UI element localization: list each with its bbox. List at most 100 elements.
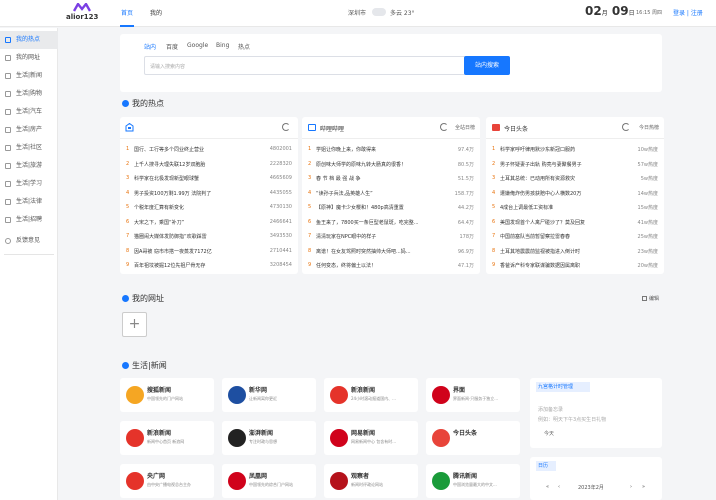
edit-sites-button[interactable]: 编辑: [642, 295, 659, 302]
hot-list-item[interactable]: 7 中国前塞队当前暂留察拉雷春春 25w热度: [492, 233, 658, 243]
hot-list-item[interactable]: 8 因A哥被 窃市市搭一夜蒸发7172亿 2710441: [126, 248, 292, 258]
hot-list-item[interactable]: 9 任何变态，终将偏土以法！ 47.1万: [308, 262, 474, 272]
sidebar-item-shopping[interactable]: 生活|购物: [0, 85, 58, 103]
hot-list-item[interactable]: 3 土耳其总统：已动用所有资源救灾 5w热度: [492, 175, 658, 185]
hot-item-title: 【原神】魔卡少女樱和！480p高清重置: [316, 205, 404, 211]
news-site-card[interactable]: 界面 界面新闻·只服务于独立...: [426, 378, 520, 412]
section-title-text: 我的网址: [132, 294, 164, 303]
rank-number: 8: [492, 247, 496, 254]
sidebar-item-housing[interactable]: 生活|房产: [0, 121, 58, 139]
hot-list-item[interactable]: 6 鱼王来了，7800买一条巨型老鼠斑，吃完整... 64.4万: [308, 219, 474, 229]
location-text[interactable]: 深圳市: [348, 8, 366, 17]
memo-placeholder[interactable]: 添加备忘录: [538, 406, 563, 413]
login-register-link[interactable]: 登录 | 注册: [673, 8, 703, 17]
calendar-next-year[interactable]: »: [642, 484, 645, 490]
site-logo[interactable]: alior123: [66, 3, 98, 23]
calendar-title: 日历: [536, 461, 556, 471]
search-tab-baidu[interactable]: 百度: [166, 42, 178, 51]
news-site-card[interactable]: 凤凰网 中国领先的综合门户网站: [222, 464, 316, 498]
search-tab-google[interactable]: Google: [187, 42, 208, 49]
hot-list-item[interactable]: 2 上千人搜寻大理失联12岁双胞胎 2228320: [126, 161, 292, 171]
sidebar-item-my-sites[interactable]: 我的网址: [0, 49, 58, 67]
hot-item-value: 44.2万: [457, 205, 474, 211]
rank-number: 6: [492, 218, 496, 225]
add-site-button[interactable]: +: [122, 312, 147, 337]
calendar-prev-year[interactable]: «: [546, 484, 549, 490]
site-name: 澎湃新闻: [249, 430, 274, 437]
news-site-card[interactable]: 腾讯新闻 中国浏览量最大的中文...: [426, 464, 520, 498]
hot-list-item[interactable]: 5 【原神】魔卡少女樱和！480p高清重置 44.2万: [308, 204, 474, 214]
sidebar-item-cars[interactable]: 生活|汽车: [0, 103, 58, 121]
calendar-next-month[interactable]: ›: [630, 484, 632, 490]
hot-list-item[interactable]: 2 男子怀疑妻子出轨 购亮与妻聚餐男子 57w热度: [492, 161, 658, 171]
news-site-card[interactable]: 今日头条: [426, 421, 520, 455]
hot-list-item[interactable]: 4 “读孙子兵法,品英雄人生” 158.7万: [308, 190, 474, 200]
hot-list-item[interactable]: 8 离谱！在女友驾照时突然抽帅大师吧...妈... 96.9万: [308, 248, 474, 258]
hot-item-title: 4成台上调最低工资标准: [500, 205, 554, 211]
hot-list-item[interactable]: 1 学姐让你晚上来，你敢得来 97.4万: [308, 146, 474, 156]
sidebar-item-jobs[interactable]: 生活|招聘: [0, 211, 58, 229]
news-site-card[interactable]: 新浪新闻 新闻中心首页 新浪网: [120, 421, 214, 455]
tab-home[interactable]: 首页: [121, 8, 133, 17]
hot-list-item[interactable]: 5 个税年度汇算有新变化 4730130: [126, 204, 292, 214]
sidebar-item-law[interactable]: 生活|法律: [0, 193, 58, 211]
ranking-link[interactable]: 全站日榜: [455, 124, 475, 131]
briefcase-icon: [5, 217, 11, 223]
memo-panel: 九宫格计时管理 添加备忘录 例如：明天下午3点买生日礼物 今天: [530, 378, 662, 448]
hot-list-item[interactable]: 9 百年祖坟被掘12位先祖尸骨无存 3208454: [126, 262, 292, 272]
news-site-card[interactable]: 新华网 让新闻离你更近: [222, 378, 316, 412]
hot-list-item[interactable]: 1 科学家呼吁律用默沙东新冠口服药 10w热度: [492, 146, 658, 156]
hot-item-value: 4665609: [269, 175, 292, 181]
weather-toggle[interactable]: [372, 8, 386, 16]
section-title-text: 生活|新闻: [132, 361, 167, 370]
sidebar-item-travel[interactable]: 生活|旅游: [0, 157, 58, 175]
news-site-card[interactable]: 搜狐新闻 中国领先的门户网站: [120, 378, 214, 412]
hot-list-item[interactable]: 2 原创味大师学的原味九转大肠真的很香！ 80.5万: [308, 161, 474, 171]
sidebar-item-feedback[interactable]: 反馈意见: [0, 232, 58, 250]
search-tab-bing[interactable]: Bing: [216, 42, 229, 49]
calendar-prev-month[interactable]: ‹: [558, 484, 560, 490]
rank-number: 1: [308, 146, 312, 152]
site-name: 界面: [453, 387, 466, 394]
news-site-card[interactable]: 澎湃新闻 专注时政与思想: [222, 421, 316, 455]
news-site-card[interactable]: 网易新闻 网易新闻中心 包含有时...: [324, 421, 418, 455]
news-site-card[interactable]: 观察者 新闻时评政论网站: [324, 464, 418, 498]
hot-list-item[interactable]: 3 科学家在北极发现新型眼球蟹 4665609: [126, 175, 292, 185]
hot-list-item[interactable]: 6 大宋之下，乘国“补刀” 2466641: [126, 219, 292, 229]
logo-text: alior123: [66, 13, 99, 21]
hot-list-item[interactable]: 3 春 节 档 最 强 战 争 51.5万: [308, 175, 474, 185]
search-tab-hot[interactable]: 热点: [238, 42, 250, 51]
hot-list-item[interactable]: 6 美国发现首个人禽尸碰沙了？莫及回复 41w热度: [492, 219, 658, 229]
hot-list-item[interactable]: 4 遭嫌俺炸伤男孩获赔中心人横数20万 14w热度: [492, 190, 658, 200]
sidebar-item-my-hot[interactable]: 我的热点: [0, 31, 58, 49]
refresh-icon[interactable]: [622, 123, 630, 131]
hot-list-item[interactable]: 9 香爸诉产科专家联谋骗数据因属离职 20w热度: [492, 262, 658, 272]
sidebar-item-community[interactable]: 生活|社区: [0, 139, 58, 157]
hot-list-item[interactable]: 8 土耳其地震震前监视被指进入倒计时 23w热度: [492, 248, 658, 258]
search-tab-site[interactable]: 站内: [144, 42, 156, 51]
refresh-icon[interactable]: [440, 123, 448, 131]
sidebar-item-news[interactable]: 生活|新闻: [0, 67, 58, 85]
search-button[interactable]: 站内搜索: [464, 56, 510, 75]
memo-date-select[interactable]: 今天: [544, 430, 554, 437]
site-logo-icon: [228, 429, 246, 447]
hot-item-title: 个税年度汇算有新变化: [134, 205, 185, 211]
home-icon: [122, 100, 129, 107]
hot-list-item[interactable]: 1 国行、工行等多个同业终止营业 4802001: [126, 146, 292, 156]
search-input[interactable]: 请输入搜索内容: [144, 56, 466, 75]
sidebar-item-study[interactable]: 生活|学习: [0, 175, 58, 193]
hot-item-value: 5w热度: [640, 176, 658, 182]
hot-list-item[interactable]: 4 男子投资100万剩1.99万 法院判了 4435055: [126, 190, 292, 200]
ranking-link[interactable]: 今日热榜: [639, 124, 659, 131]
hot-item-value: 2228320: [269, 160, 292, 167]
news-site-card[interactable]: 新浪新闻 24小时滚动报道国内、...: [324, 378, 418, 412]
feedback-icon: [5, 238, 11, 244]
tab-mine[interactable]: 我的: [150, 8, 162, 17]
hot-item-title: 土耳其地震震前监视被指进入倒计时: [500, 248, 581, 255]
hot-list-item[interactable]: 7 清清玩家在NPC眼中的样子 178万: [308, 233, 474, 243]
hot-list-item[interactable]: 5 4成台上调最低工资标准 15w热度: [492, 204, 658, 214]
scale-icon: [5, 199, 11, 205]
news-site-card[interactable]: 央广网 由中央广播电视总台主办: [120, 464, 214, 498]
refresh-icon[interactable]: [282, 123, 290, 131]
hot-list-item[interactable]: 7 猫圈闹大媒体发防御指“欢歌踩雷 3493530: [126, 233, 292, 243]
